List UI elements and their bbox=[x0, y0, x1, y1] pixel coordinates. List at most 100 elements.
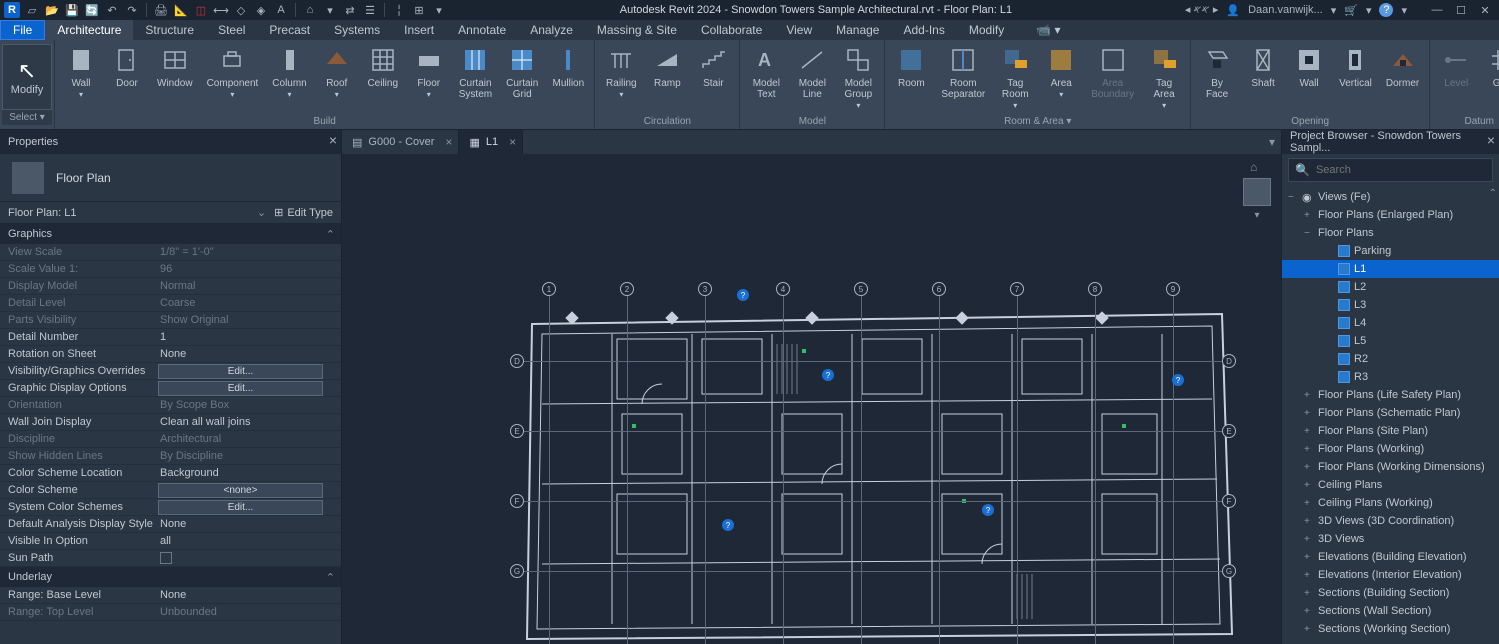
mullion-button[interactable]: Mullion bbox=[546, 42, 590, 91]
property-group-header[interactable]: Graphics⌃ bbox=[0, 224, 341, 244]
qat-undo-icon[interactable]: ↶ bbox=[104, 2, 120, 18]
view-cube-menu-icon[interactable]: ▾ bbox=[1254, 210, 1259, 221]
property-value[interactable]: Coarse bbox=[158, 297, 341, 309]
tree-toggle-icon[interactable]: + bbox=[1304, 624, 1314, 635]
tree-item[interactable]: +Ceiling Plans (Working) bbox=[1282, 494, 1499, 512]
menu-tab-collaborate[interactable]: Collaborate bbox=[689, 20, 774, 40]
tree-item[interactable]: +Floor Plans (Enlarged Plan) bbox=[1282, 206, 1499, 224]
help-marker-icon[interactable]: ? bbox=[1172, 374, 1184, 386]
property-edit-button[interactable]: Edit... bbox=[158, 364, 323, 379]
tree-item[interactable]: +3D Views bbox=[1282, 530, 1499, 548]
grid-bubble-row[interactable]: G bbox=[510, 564, 524, 578]
model-text-button[interactable]: AModelText bbox=[744, 42, 788, 102]
cart-icon[interactable]: 🛒 bbox=[1344, 4, 1358, 17]
qat-dropdown-icon[interactable]: ▾ bbox=[322, 2, 338, 18]
grid-bubble-row[interactable]: F bbox=[510, 494, 524, 508]
tree-toggle-icon[interactable]: + bbox=[1304, 552, 1314, 563]
tree-toggle-icon[interactable]: + bbox=[1304, 408, 1314, 419]
tree-item[interactable]: +Floor Plans (Working) bbox=[1282, 440, 1499, 458]
menu-tab-annotate[interactable]: Annotate bbox=[446, 20, 518, 40]
menu-tab-insert[interactable]: Insert bbox=[392, 20, 446, 40]
curtain-grid-button[interactable]: CurtainGrid bbox=[500, 42, 544, 102]
qat-customize-icon[interactable]: ▾ bbox=[431, 2, 447, 18]
help-marker-icon[interactable]: ? bbox=[722, 519, 734, 531]
wall-opening-button[interactable]: Wall bbox=[1287, 42, 1331, 91]
type-selector[interactable]: Floor Plan bbox=[0, 154, 341, 202]
tree-toggle-icon[interactable]: − bbox=[1288, 192, 1298, 203]
grid-bubble-row[interactable]: F bbox=[1222, 494, 1236, 508]
property-value[interactable]: 96 bbox=[158, 263, 341, 275]
cart-dropdown-icon[interactable]: ▾ bbox=[1366, 4, 1372, 17]
menu-tab-add-ins[interactable]: Add-Ins bbox=[891, 20, 956, 40]
tree-item[interactable]: L5 bbox=[1282, 332, 1499, 350]
menu-tab-architecture[interactable]: Architecture bbox=[45, 20, 133, 40]
qat-print-icon[interactable]: 🖨 bbox=[153, 2, 169, 18]
properties-close-button[interactable]: × bbox=[329, 132, 337, 148]
tree-item[interactable]: Parking bbox=[1282, 242, 1499, 260]
property-value[interactable]: Show Original bbox=[158, 314, 341, 326]
grid-bubble-row[interactable]: D bbox=[1222, 354, 1236, 368]
menu-tab-analyze[interactable]: Analyze bbox=[518, 20, 585, 40]
grid-bubble-row[interactable]: G bbox=[1222, 564, 1236, 578]
instance-label[interactable]: Floor Plan: L1 bbox=[8, 207, 76, 219]
tree-item[interactable]: +Elevations (Building Elevation) bbox=[1282, 548, 1499, 566]
area-boundary-button[interactable]: AreaBoundary bbox=[1085, 42, 1140, 102]
tree-toggle-icon[interactable]: + bbox=[1304, 390, 1314, 401]
grid-bubble-col[interactable]: 8 bbox=[1088, 282, 1102, 296]
help-dropdown-icon[interactable]: ▾ bbox=[1401, 4, 1407, 17]
tree-toggle-icon[interactable]: + bbox=[1304, 480, 1314, 491]
property-value[interactable]: Normal bbox=[158, 280, 341, 292]
railing-button[interactable]: Railing▾ bbox=[599, 42, 643, 102]
help-icon[interactable]: ? bbox=[1379, 3, 1393, 17]
roof-button[interactable]: Roof▾ bbox=[315, 42, 359, 102]
grid-bubble-row[interactable]: E bbox=[1222, 424, 1236, 438]
user-icon[interactable]: 👤 bbox=[1226, 4, 1240, 17]
vertical-button[interactable]: Vertical bbox=[1333, 42, 1378, 91]
drawing-canvas[interactable]: ⌂ ▾ bbox=[342, 154, 1281, 644]
tree-item[interactable]: +Sections (Wall Section) bbox=[1282, 602, 1499, 620]
tag-room-button[interactable]: TagRoom▾ bbox=[993, 42, 1037, 113]
menu-tab-massing-site[interactable]: Massing & Site bbox=[585, 20, 689, 40]
level-button[interactable]: Level bbox=[1434, 42, 1478, 91]
property-edit-button[interactable]: Edit... bbox=[158, 381, 323, 396]
property-value[interactable]: all bbox=[158, 535, 341, 547]
tree-toggle-icon[interactable]: − bbox=[1304, 228, 1314, 239]
tree-item[interactable]: L4 bbox=[1282, 314, 1499, 332]
menu-tab-structure[interactable]: Structure bbox=[133, 20, 206, 40]
grid-bubble-col[interactable]: 5 bbox=[854, 282, 868, 296]
property-value[interactable]: By Discipline bbox=[158, 450, 341, 462]
tree-item[interactable]: +Floor Plans (Working Dimensions) bbox=[1282, 458, 1499, 476]
property-value[interactable]: None bbox=[158, 348, 341, 360]
tree-item[interactable]: L1 bbox=[1282, 260, 1499, 278]
property-value[interactable]: Unbounded bbox=[158, 606, 341, 618]
tree-toggle-icon[interactable]: + bbox=[1304, 534, 1314, 545]
room-button[interactable]: Room bbox=[889, 42, 933, 91]
tree-toggle-icon[interactable]: + bbox=[1304, 426, 1314, 437]
grid-button[interactable]: Grid bbox=[1480, 42, 1499, 91]
wall-button[interactable]: Wall▾ bbox=[59, 42, 103, 102]
curtain-system-button[interactable]: CurtainSystem bbox=[453, 42, 498, 102]
menu-tab-steel[interactable]: Steel bbox=[206, 20, 257, 40]
tree-toggle-icon[interactable]: + bbox=[1304, 588, 1314, 599]
qat-home-icon[interactable]: ⌂ bbox=[302, 2, 318, 18]
shaft-button[interactable]: Shaft bbox=[1241, 42, 1285, 91]
qat-save-icon[interactable]: 💾 bbox=[64, 2, 80, 18]
grid-bubble-col[interactable]: 7 bbox=[1010, 282, 1024, 296]
qat-dim-icon[interactable]: ⟷ bbox=[213, 2, 229, 18]
qat-new-icon[interactable]: ▱ bbox=[24, 2, 40, 18]
grid-bubble-row[interactable]: E bbox=[510, 424, 524, 438]
qat-measure-icon[interactable]: 📐 bbox=[173, 2, 189, 18]
tree-toggle-icon[interactable]: + bbox=[1304, 516, 1314, 527]
tree-item[interactable]: +Elevations (Interior Elevation) bbox=[1282, 566, 1499, 584]
grid-bubble-col[interactable]: 3 bbox=[698, 282, 712, 296]
property-edit-button[interactable]: Edit... bbox=[158, 500, 323, 515]
tree-toggle-icon[interactable]: + bbox=[1304, 444, 1314, 455]
tree-item[interactable]: +Floor Plans (Site Plan) bbox=[1282, 422, 1499, 440]
area-button[interactable]: Area▾ bbox=[1039, 42, 1083, 102]
grid-bubble-col[interactable]: 2 bbox=[620, 282, 634, 296]
tab-close-button[interactable]: × bbox=[509, 135, 516, 149]
modify-tool[interactable]: ↖ Modify bbox=[2, 44, 52, 110]
help-marker-icon[interactable]: ? bbox=[737, 289, 749, 301]
door-button[interactable]: Door bbox=[105, 42, 149, 91]
property-value[interactable]: None bbox=[158, 589, 341, 601]
